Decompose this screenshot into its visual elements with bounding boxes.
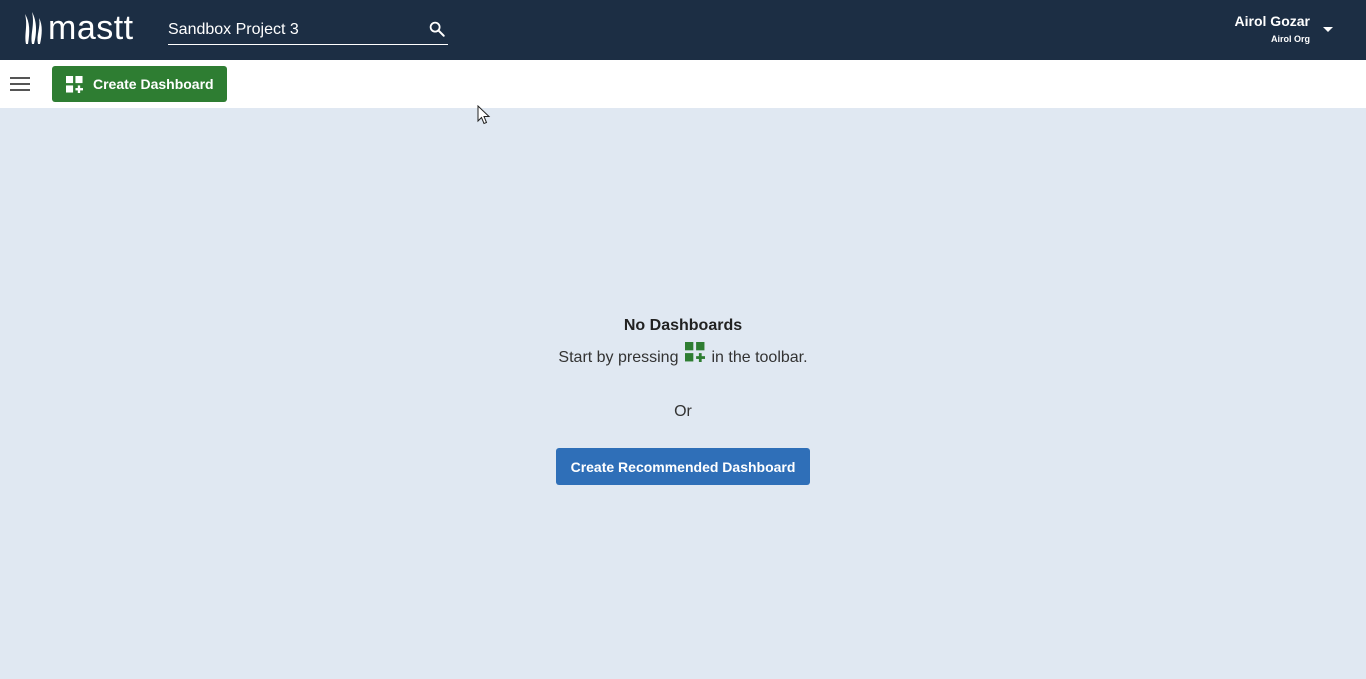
toolbar: Create Dashboard [0,60,1366,108]
user-menu[interactable]: Airol Gozar Airol Org [1235,12,1310,46]
user-org: Airol Org [1270,34,1310,44]
hamburger-menu-icon[interactable] [10,74,30,94]
dashboard-add-icon [66,75,83,93]
project-search [168,14,448,45]
mouse-cursor-icon [477,105,491,125]
create-dashboard-label: Create Dashboard [93,76,214,92]
hint-suffix: in the toolbar. [711,349,808,366]
or-divider-text: Or [674,403,692,420]
search-icon[interactable] [428,20,446,38]
recommended-button-label: Create Recommended Dashboard [570,458,796,475]
chevron-down-icon[interactable] [1323,27,1333,32]
dashboard-add-icon [685,342,706,362]
hint-prefix: Start by pressing [558,349,679,366]
project-search-input[interactable] [168,18,418,42]
mastt-flame-logo-icon [25,12,42,44]
create-dashboard-button[interactable]: Create Dashboard [52,66,227,102]
logo-text: mastt [48,9,134,47]
user-name: Airol Gozar [1234,13,1310,29]
empty-state-title: No Dashboards [623,317,743,334]
mastt-logo[interactable]: mastt [22,8,134,48]
empty-state-hint: Start by pressing in the toolbar. [0,342,1366,368]
empty-state: No Dashboards Start by pressing in the t… [0,108,1366,679]
top-header: mastt Airol Gozar Airol Org [0,0,1366,60]
create-recommended-dashboard-button[interactable]: Create Recommended Dashboard [556,448,810,485]
